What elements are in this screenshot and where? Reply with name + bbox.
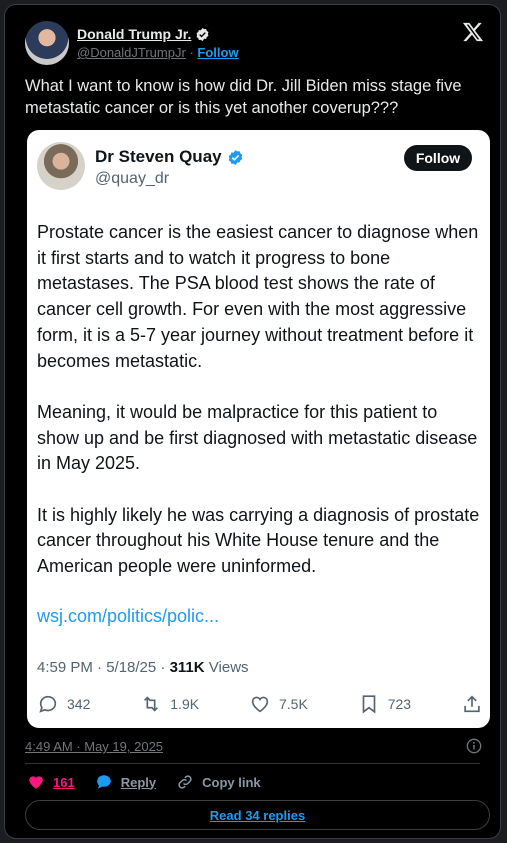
quoted-views-count: 311K — [169, 659, 205, 676]
reply-icon — [39, 695, 57, 713]
quoted-bookmarks-count: 723 — [387, 696, 412, 712]
quoted-paragraph: It is highly likely he was carrying a di… — [37, 504, 480, 577]
reply-action[interactable]: Reply — [95, 773, 156, 791]
quoted-timestamp: 4:59 PM · 5/18/25 · — [37, 659, 170, 676]
quoted-reposts-count: 1.9K — [170, 696, 200, 712]
heart-icon — [251, 696, 269, 713]
quoted-paragraph: Meaning, it would be malpractice for thi… — [37, 401, 478, 474]
quoted-bookmarks: 723 — [358, 693, 411, 715]
tweet-action-bar: 161 Reply Copy link — [27, 773, 261, 791]
author-avatar[interactable] — [25, 21, 69, 65]
read-replies-button[interactable]: Read 34 replies — [25, 800, 490, 830]
quoted-link: wsj.com/politics/polic... — [37, 606, 220, 626]
quoted-paragraph: Prostate cancer is the easiest cancer to… — [37, 222, 479, 371]
quoted-replies-count: 342 — [67, 696, 91, 712]
reply-bubble-icon — [96, 775, 111, 789]
handle-separator: · — [189, 45, 194, 60]
quoted-name-row: Dr Steven Quay — [95, 147, 244, 167]
x-logo-icon[interactable] — [462, 21, 484, 43]
copy-link-label[interactable]: Copy link — [202, 775, 261, 790]
quoted-body: Prostate cancer is the easiest cancer to… — [37, 220, 483, 606]
quoted-verified-badge-icon — [228, 149, 242, 165]
author-name-row: Donald Trump Jr. — [77, 26, 210, 42]
verified-badge-icon — [196, 27, 209, 41]
quoted-action-bar: 342 1.9K 7.5K 723 — [37, 692, 483, 716]
reply-label[interactable]: Reply — [121, 775, 156, 790]
like-action[interactable]: 161 — [27, 773, 75, 791]
footer-divider — [25, 763, 480, 764]
quoted-share — [461, 693, 483, 715]
info-icon[interactable] — [466, 738, 482, 754]
tweet-timestamp[interactable]: 4:49 AM · May 19, 2025 — [25, 739, 163, 754]
quoted-replies: 342 — [37, 693, 90, 715]
heart-filled-icon — [29, 776, 43, 789]
like-count[interactable]: 161 — [53, 775, 75, 790]
author-name[interactable]: Donald Trump Jr. — [77, 26, 191, 42]
quoted-author-avatar — [37, 142, 85, 190]
bookmark-icon — [362, 695, 376, 714]
quoted-meta: 4:59 PM · 5/18/25 · 311K Views — [37, 659, 249, 676]
quoted-views-label: Views — [204, 659, 249, 676]
repost-icon — [144, 696, 159, 712]
quoted-follow-button: Follow — [404, 145, 472, 171]
tweet-text: What I want to know is how did Dr. Jill … — [25, 77, 462, 117]
quoted-tweet-screenshot[interactable]: Dr Steven Quay @quay_dr Follow Prostate … — [27, 130, 490, 728]
quoted-author-name: Dr Steven Quay — [95, 147, 222, 166]
quoted-likes: 7.5K — [249, 693, 308, 715]
follow-link[interactable]: Follow — [197, 45, 238, 60]
quoted-author-handle: @quay_dr — [95, 170, 170, 187]
link-icon — [178, 775, 192, 789]
embedded-tweet-card: Donald Trump Jr. @DonaldJTrumpJr · Follo… — [4, 4, 501, 839]
author-handle[interactable]: @DonaldJTrumpJr — [77, 45, 186, 60]
author-handle-row: @DonaldJTrumpJr · Follow — [77, 45, 239, 60]
quoted-likes-count: 7.5K — [278, 696, 308, 712]
copy-link-action[interactable]: Copy link — [176, 773, 261, 791]
quoted-reposts: 1.9K — [140, 693, 199, 715]
share-icon — [464, 695, 480, 713]
